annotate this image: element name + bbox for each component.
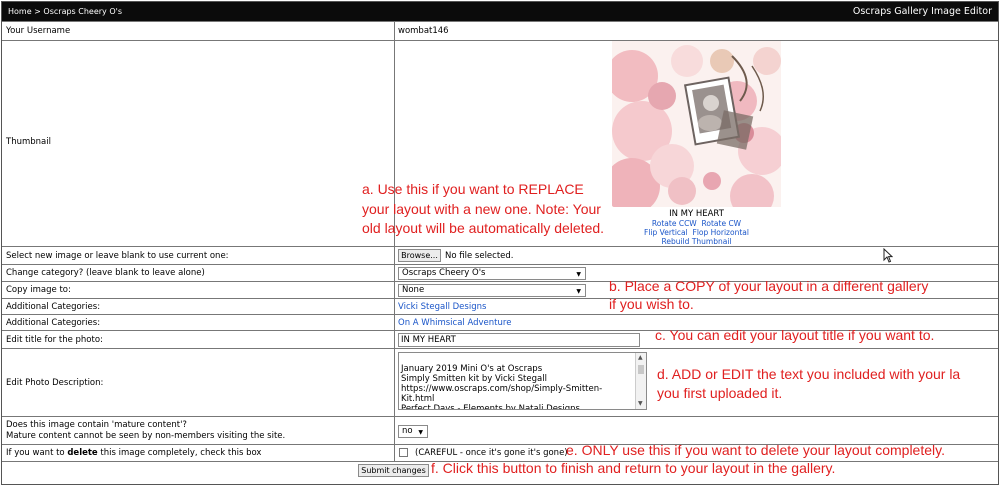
scroll-down-icon[interactable]: ▼ [638, 399, 643, 409]
scroll-thumb[interactable] [638, 365, 644, 374]
description-text: January 2019 Mini O's at Oscraps Simply … [401, 364, 603, 410]
copy-image-select[interactable]: None ▼ [398, 284, 586, 297]
cursor-icon [883, 247, 894, 267]
submit-changes-button[interactable]: Submit changes [358, 464, 429, 477]
thumbnail-label: Thumbnail [6, 137, 51, 147]
delete-label: If you want to delete this image complet… [6, 448, 262, 458]
description-textarea[interactable]: January 2019 Mini O's at Oscraps Simply … [398, 352, 647, 410]
additional-category-link-1[interactable]: Vicki Stegall Designs [398, 302, 486, 312]
select-image-row: Select new image or leave blank to use c… [2, 246, 998, 264]
additional-category-link-2[interactable]: On A Whimsical Adventure [398, 318, 511, 328]
chevron-down-icon: ▼ [576, 271, 581, 278]
delete-note: (CAREFUL - once it's gone it's gone) [415, 448, 568, 458]
mature-content-value: no [402, 426, 413, 436]
edit-title-label: Edit title for the photo: [6, 335, 103, 345]
annotation-d-line1: d. ADD or EDIT the text you included wit… [657, 366, 961, 382]
annotation-a-line2: your layout with a new one. Note: Your [362, 201, 601, 217]
browse-button[interactable]: Browse... [398, 249, 441, 262]
rotate-cw-link[interactable]: Rotate CW [702, 219, 742, 228]
copy-image-value: None [402, 285, 425, 295]
annotation-b-line1: b. Place a COPY of your layout in a diff… [609, 278, 929, 294]
change-category-value: Oscraps Cheery O's [402, 268, 486, 278]
username-value: wombat146 [398, 26, 449, 36]
additional-categories-label: Additional Categories: [6, 302, 101, 312]
select-image-label: Select new image or leave blank to use c… [6, 251, 229, 261]
annotation-a-line1: a. Use this if you want to REPLACE [362, 181, 584, 197]
page-header: Home > Oscraps Cheery O's Oscraps Galler… [2, 2, 998, 21]
username-row: Your Username wombat146 [2, 21, 998, 40]
page-title: Oscraps Gallery Image Editor [852, 6, 992, 17]
chevron-down-icon: ▼ [576, 288, 581, 295]
editor-frame: Home > Oscraps Cheery O's Oscraps Galler… [1, 1, 999, 485]
annotation-c: c. You can edit your layout title if you… [655, 327, 935, 343]
annotation-f: f. Click this button to finish and retur… [431, 460, 836, 476]
additional-category-row-1: Additional Categories: Vicki Stegall Des… [2, 298, 998, 314]
thumbnail-image[interactable] [612, 41, 781, 207]
mature-label-line1: Does this image contain 'mature content'… [6, 420, 187, 430]
flip-vertical-link[interactable]: Flip Vertical [644, 228, 688, 237]
mature-content-row: Does this image contain 'mature content'… [2, 416, 998, 444]
additional-categories-label: Additional Categories: [6, 318, 101, 328]
breadcrumb-separator: > [34, 7, 41, 16]
annotation-d-line2: you first uploaded it. [657, 385, 783, 401]
chevron-down-icon: ▼ [418, 429, 423, 436]
thumbnail-caption: IN MY HEART [669, 209, 724, 219]
breadcrumb-home-link[interactable]: Home [8, 7, 32, 16]
no-file-text: No file selected. [445, 251, 514, 261]
flip-links: Flip Vertical Flop Horizontal [612, 228, 781, 237]
delete-checkbox[interactable] [399, 448, 408, 457]
layout-thumbnail-graphic [612, 41, 781, 207]
title-input[interactable]: IN MY HEART [398, 333, 640, 347]
annotation-b-line2: if you wish to. [609, 296, 694, 312]
change-category-label: Change category? (leave blank to leave a… [6, 268, 205, 278]
breadcrumb-gallery-link[interactable]: Oscraps Cheery O's [43, 7, 122, 16]
breadcrumb: Home > Oscraps Cheery O's [8, 7, 122, 16]
rotate-ccw-link[interactable]: Rotate CCW [652, 219, 697, 228]
flop-horizontal-link[interactable]: Flop Horizontal [693, 228, 749, 237]
rotate-links: Rotate CCW Rotate CW [612, 219, 781, 228]
username-label: Your Username [6, 26, 71, 36]
mature-label-line2: Mature content cannot be seen by non-mem… [6, 431, 286, 441]
edit-description-label: Edit Photo Description: [6, 378, 104, 388]
rebuild-thumbnail-link[interactable]: Rebuild Thumbnail [612, 237, 781, 246]
scroll-up-icon[interactable]: ▲ [638, 353, 643, 363]
mature-content-select[interactable]: no ▼ [398, 425, 428, 438]
copy-image-label: Copy image to: [6, 285, 71, 295]
annotation-a-line3: old layout will be automatically deleted… [362, 220, 605, 236]
change-category-select[interactable]: Oscraps Cheery O's ▼ [398, 267, 586, 280]
description-scrollbar[interactable]: ▲ ▼ [635, 353, 646, 409]
annotation-e: e. ONLY use this if you want to delete y… [566, 442, 945, 458]
